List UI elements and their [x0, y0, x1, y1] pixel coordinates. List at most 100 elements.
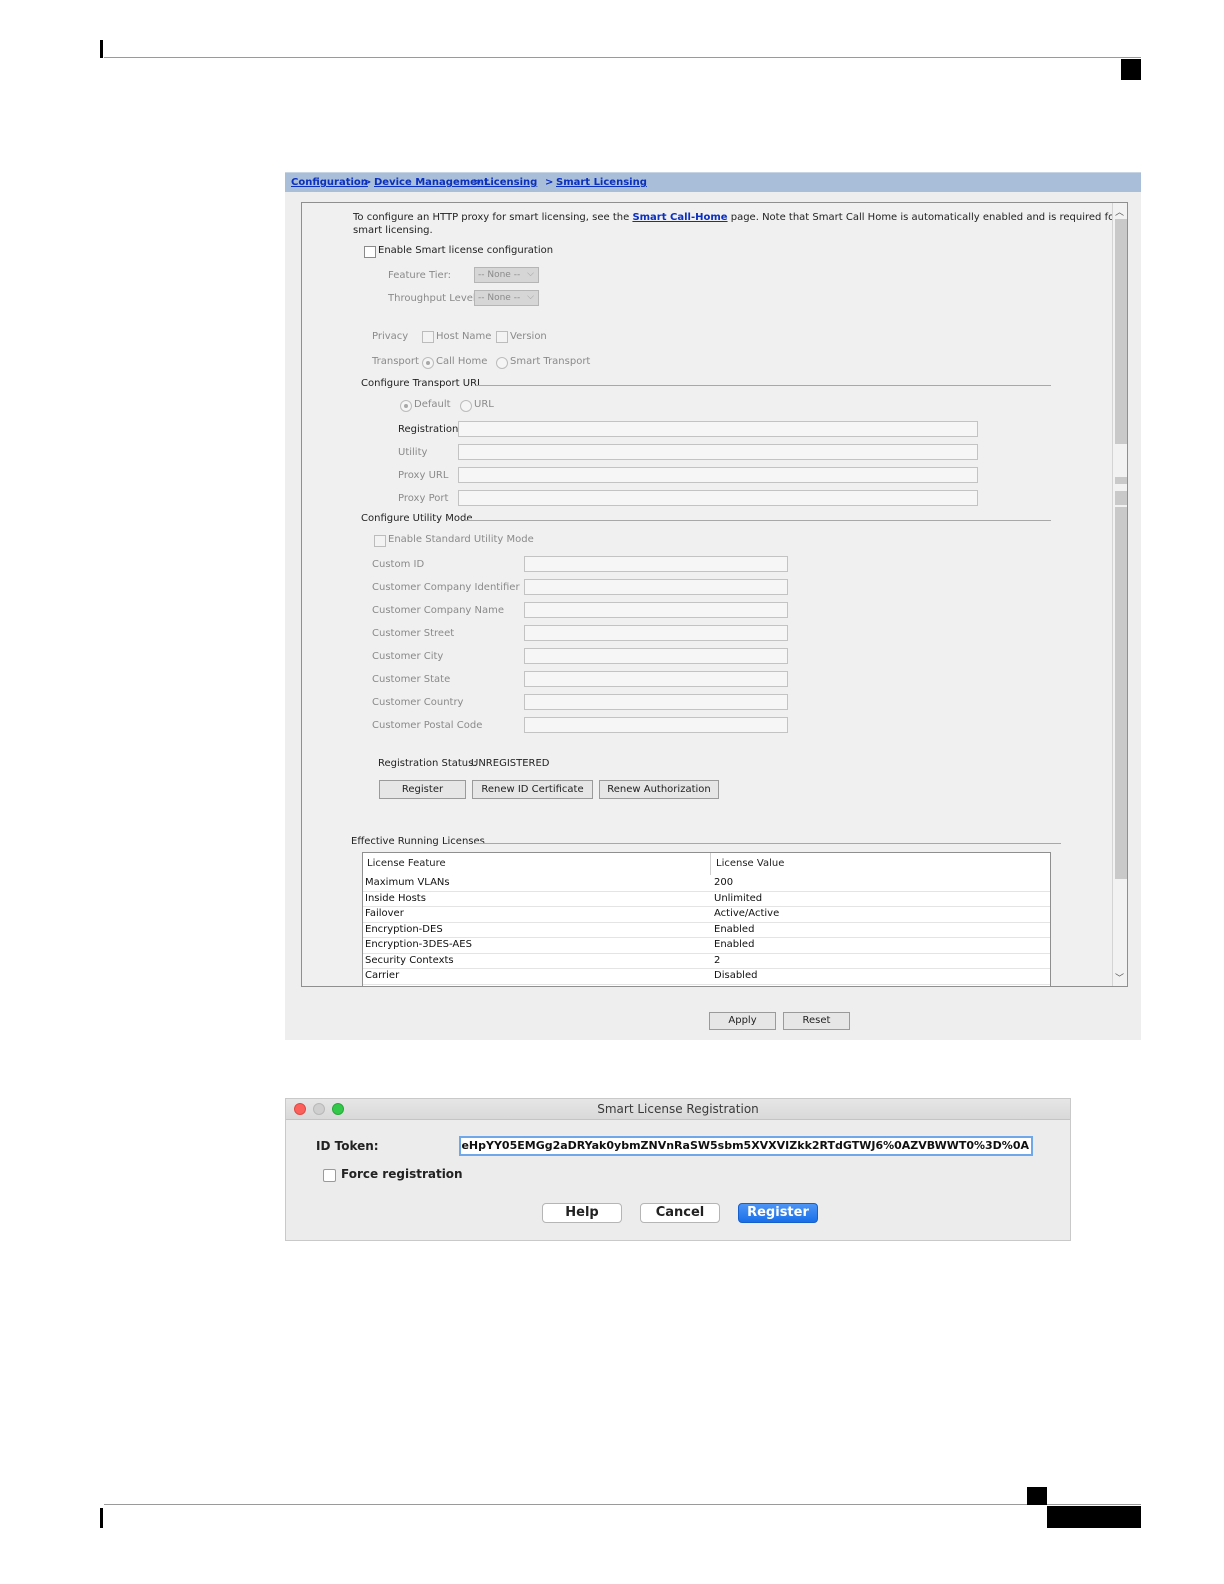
table-row[interactable]: Maximum VLANs 200	[363, 876, 1050, 892]
table-row[interactable]: Inside Hosts Unlimited	[363, 892, 1050, 907]
customer-postal-code-label: Customer Postal Code	[372, 720, 483, 731]
dialog-title: Smart License Registration	[597, 1102, 759, 1116]
license-feature-cell: Carrier	[365, 970, 400, 981]
customer-postal-code-input[interactable]	[524, 717, 788, 733]
renew-id-certificate-button[interactable]: Renew ID Certificate	[472, 780, 593, 799]
default-url-radio[interactable]	[400, 400, 412, 412]
feature-tier-select[interactable]: -- None -- ⌵	[474, 267, 539, 283]
license-feature-cell: Security Contexts	[365, 954, 454, 966]
licenses-group-title: Effective Running Licenses	[351, 836, 485, 847]
customer-country-label: Customer Country	[372, 697, 464, 708]
utility-mode-group-title: Configure Utility Mode	[361, 513, 473, 524]
host-name-checkbox[interactable]	[422, 331, 434, 343]
smart-licensing-form: To configure an HTTP proxy for smart lic…	[301, 202, 1128, 987]
license-feature-cell: Maximum VLANs	[365, 877, 450, 888]
group-divider	[476, 385, 1051, 386]
group-divider	[464, 520, 1051, 521]
scroll-down-arrow-icon[interactable]: ﹀	[1115, 971, 1124, 984]
breadcrumb-separator: >	[473, 177, 482, 188]
reset-button[interactable]: Reset	[783, 1012, 850, 1030]
license-feature-cell: Failover	[365, 908, 404, 919]
custom-url-radio[interactable]	[460, 400, 472, 412]
force-registration-checkbox[interactable]	[323, 1169, 336, 1182]
breadcrumb-item-device-management[interactable]: Device Management	[374, 177, 489, 188]
throughput-level-label: Throughput Level:	[388, 293, 480, 304]
register-button[interactable]: Register	[379, 780, 466, 799]
footer-rule	[104, 1504, 1141, 1505]
cancel-button[interactable]: Cancel	[640, 1203, 720, 1223]
intro-text: To configure an HTTP proxy for smart lic…	[353, 212, 1119, 223]
scrollbar-thumb[interactable]	[1115, 491, 1127, 505]
company-identifier-input[interactable]	[524, 579, 788, 595]
breadcrumb: Configuration > Device Management > Lice…	[285, 172, 1141, 192]
table-row[interactable]: Security Contexts 2	[363, 954, 1050, 969]
company-name-label: Customer Company Name	[372, 605, 505, 616]
default-url-label: Default	[414, 399, 451, 410]
renew-authorization-button[interactable]: Renew Authorization	[599, 780, 719, 799]
apply-button[interactable]: Apply	[709, 1012, 776, 1030]
proxy-url-label: Proxy URL	[398, 470, 449, 481]
id-token-label: ID Token:	[316, 1139, 379, 1153]
help-button[interactable]: Help	[542, 1203, 622, 1223]
version-checkbox[interactable]	[496, 331, 508, 343]
scroll-up-arrow-icon[interactable]: ︿	[1115, 205, 1124, 218]
transport-url-group-title: Configure Transport URL	[361, 378, 483, 389]
vertical-scrollbar[interactable]: ︿ ﹀	[1112, 203, 1127, 986]
breadcrumb-separator: >	[545, 177, 554, 188]
scrollbar-thumb[interactable]	[1115, 507, 1127, 879]
table-row[interactable]: Failover Active/Active	[363, 907, 1050, 923]
company-name-input[interactable]	[524, 602, 788, 618]
group-divider	[474, 843, 1061, 844]
customer-street-label: Customer Street	[372, 628, 455, 639]
enable-utility-mode-checkbox[interactable]	[374, 535, 386, 547]
breadcrumb-item-configuration[interactable]: Configuration	[291, 177, 368, 188]
customer-country-input[interactable]	[524, 694, 788, 710]
id-token-input[interactable]: !MzV8eHpYY05EMGg2aDRYak0ybmZNVnRaSW5sbm5…	[459, 1136, 1033, 1156]
column-header-license-feature[interactable]: License Feature	[363, 853, 711, 875]
proxy-url-input[interactable]	[458, 467, 978, 483]
utility-url-input[interactable]	[458, 444, 978, 460]
customer-state-input[interactable]	[524, 671, 788, 687]
table-row[interactable]: Encryption-DES Enabled	[363, 923, 1050, 938]
license-feature-cell: Encryption-3DES-AES	[365, 939, 472, 950]
footer-tab-marker	[1027, 1487, 1047, 1505]
throughput-level-select[interactable]: -- None -- ⌵	[474, 290, 539, 306]
customer-state-label: Customer State	[372, 674, 451, 685]
header-marker	[100, 40, 103, 58]
footer-page-tab	[1047, 1506, 1141, 1528]
license-value-cell: 200	[714, 877, 734, 888]
version-label: Version	[510, 331, 547, 342]
custom-id-input[interactable]	[524, 556, 788, 572]
smart-transport-radio[interactable]	[496, 357, 508, 369]
registration-url-label: Registration	[398, 424, 459, 435]
privacy-label: Privacy	[372, 331, 409, 342]
table-row[interactable]: Encryption-3DES-AES Enabled	[363, 938, 1050, 954]
breadcrumb-separator: >	[363, 177, 372, 188]
column-header-license-value[interactable]: License Value	[712, 853, 1050, 875]
scrollbar-thumb[interactable]	[1115, 477, 1127, 484]
registration-status-label: Registration Status:	[378, 758, 477, 769]
register-submit-button[interactable]: Register	[738, 1203, 818, 1223]
utility-url-label: Utility	[398, 447, 428, 458]
scrollbar-thumb[interactable]	[1115, 219, 1127, 444]
header-tab-marker	[1121, 59, 1141, 80]
custom-id-label: Custom ID	[372, 559, 425, 570]
breadcrumb-item-smart-licensing[interactable]: Smart Licensing	[556, 177, 647, 188]
breadcrumb-item-licensing[interactable]: Licensing	[484, 177, 537, 188]
call-home-radio[interactable]	[422, 357, 434, 369]
customer-street-input[interactable]	[524, 625, 788, 641]
smart-license-registration-dialog: Smart License Registration ID Token: !Mz…	[285, 1098, 1071, 1241]
license-value-cell: Unlimited	[714, 892, 763, 904]
license-feature-cell: Encryption-DES	[365, 923, 443, 935]
host-name-label: Host Name	[436, 331, 492, 342]
proxy-port-input[interactable]	[458, 490, 978, 506]
company-identifier-label: Customer Company Identifier	[372, 582, 520, 593]
feature-tier-label: Feature Tier:	[388, 270, 452, 281]
registration-url-input[interactable]	[458, 421, 978, 437]
smart-call-home-link[interactable]: Smart Call-Home	[632, 212, 727, 223]
table-row[interactable]: Carrier Disabled	[363, 969, 1050, 985]
enable-smart-license-checkbox[interactable]	[364, 246, 376, 258]
licenses-table: License Feature License Value Maximum VL…	[362, 852, 1051, 986]
chevron-down-icon: ⌵	[527, 269, 534, 279]
customer-city-input[interactable]	[524, 648, 788, 664]
